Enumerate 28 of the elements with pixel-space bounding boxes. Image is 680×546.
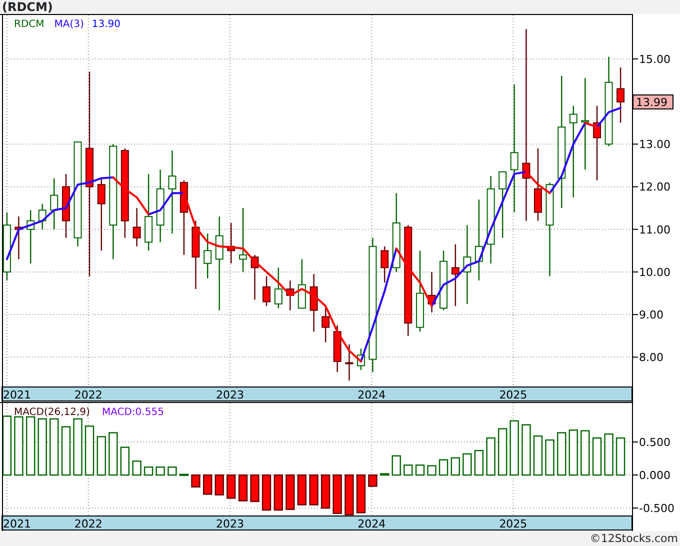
axis-label: 2024 [358, 518, 386, 530]
price-tag: 13.99 [632, 94, 674, 110]
axis-label: 2021 [3, 388, 31, 402]
axis-label: 2022 [74, 518, 102, 530]
axis-label: 10.00 [639, 266, 670, 279]
axis-label: 9.00 [639, 308, 664, 322]
legend-text: RDCM [14, 19, 44, 30]
copyright-text: ©12Stocks.com [590, 532, 678, 545]
axis-label: 2021 [3, 518, 31, 530]
axis-label: 15.00 [639, 52, 670, 66]
axis-label: 2025 [499, 388, 528, 402]
axis-label: 2025 [499, 518, 528, 530]
axis-label: 0.500 [639, 436, 670, 449]
axis-label: 12.00 [639, 180, 670, 194]
legend-text: 13.90 [92, 19, 121, 30]
chart-title: (RDCM) [2, 0, 53, 14]
axis-label: 2022 [74, 388, 102, 402]
axis-label: 2023 [216, 518, 244, 530]
legend-text: MACD:0.555 [102, 407, 164, 418]
axis-label: 0.000 [639, 469, 670, 482]
axis-label: 2024 [358, 388, 386, 402]
legend-text: MACD(26,12,9) [14, 407, 90, 418]
legend-text: MA(3) [54, 19, 84, 30]
axis-label: 2023 [216, 388, 244, 402]
axis-label: 11.00 [639, 223, 670, 236]
axis-label: -0.500 [639, 502, 674, 516]
axis-label: 13.00 [639, 138, 670, 152]
axis-label: 8.00 [639, 351, 664, 364]
